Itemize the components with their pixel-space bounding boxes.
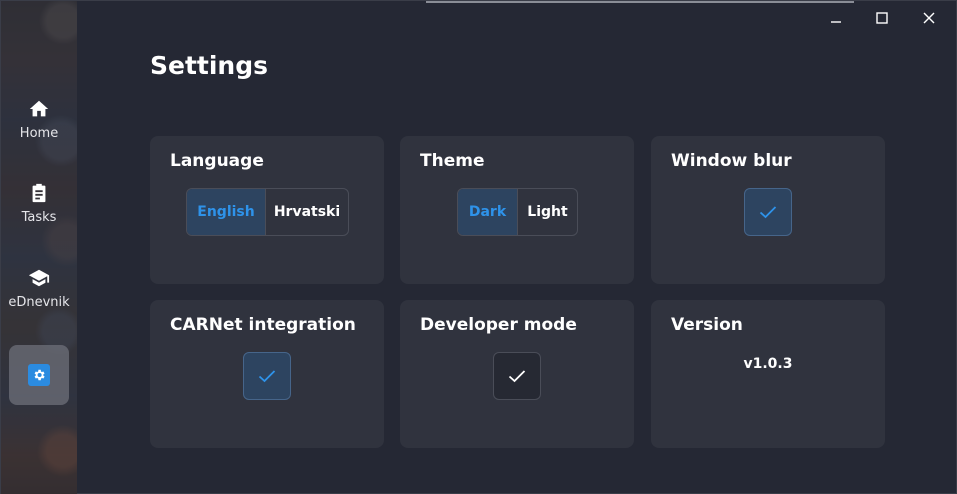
minimize-button[interactable]: [816, 5, 856, 31]
sidebar-item-label: Tasks: [21, 210, 57, 225]
home-icon: [29, 100, 49, 117]
version-card: Version v1.0.3: [651, 300, 885, 448]
window-blur-card: Window blur: [651, 136, 885, 284]
carnet-integration-card: CARNet integration: [150, 300, 384, 448]
language-option-english[interactable]: English: [187, 189, 266, 235]
card-title: CARNet integration: [170, 315, 356, 335]
sidebar-item-home[interactable]: Home: [1, 98, 77, 141]
language-option-hrvatski[interactable]: Hrvatski: [266, 189, 348, 235]
window-blur-checkbox[interactable]: [744, 188, 792, 236]
developer-mode-card: Developer mode: [400, 300, 634, 448]
maximize-icon: [876, 12, 888, 24]
theme-option-dark[interactable]: Dark: [458, 189, 518, 235]
graduation-cap-icon: [28, 269, 50, 287]
app-window: Home Tasks eDnevnik Settings Language En…: [0, 0, 957, 494]
page-title: Settings: [150, 51, 269, 80]
carnet-integration-checkbox[interactable]: [243, 352, 291, 400]
version-value: v1.0.3: [743, 356, 793, 372]
gear-icon: [28, 364, 50, 386]
card-title: Theme: [420, 151, 485, 171]
checkmark-icon: [759, 206, 777, 219]
checkmark-icon: [508, 370, 526, 383]
theme-card: Theme Dark Light: [400, 136, 634, 284]
close-button[interactable]: [909, 5, 949, 31]
language-selector: English Hrvatski: [186, 188, 349, 236]
card-title: Version: [671, 315, 743, 335]
developer-mode-checkbox[interactable]: [493, 352, 541, 400]
card-title: Window blur: [671, 151, 792, 171]
sidebar-item-tasks[interactable]: Tasks: [1, 182, 77, 225]
minimize-icon: [831, 21, 841, 23]
language-card: Language English Hrvatski: [150, 136, 384, 284]
card-title: Language: [170, 151, 264, 171]
sidebar-item-label: eDnevnik: [8, 295, 70, 310]
theme-option-light[interactable]: Light: [518, 189, 577, 235]
sidebar-item-settings[interactable]: [9, 345, 69, 405]
clipboard-icon: [32, 183, 46, 203]
close-icon: [923, 12, 935, 24]
maximize-button[interactable]: [862, 5, 902, 31]
sidebar: Home Tasks eDnevnik: [1, 1, 77, 494]
checkmark-icon: [258, 370, 276, 383]
sidebar-item-label: Home: [19, 126, 59, 141]
sidebar-item-ednevnik[interactable]: eDnevnik: [1, 267, 77, 310]
theme-selector: Dark Light: [457, 188, 578, 236]
title-bar-accent: [426, 1, 854, 3]
card-title: Developer mode: [420, 315, 577, 335]
